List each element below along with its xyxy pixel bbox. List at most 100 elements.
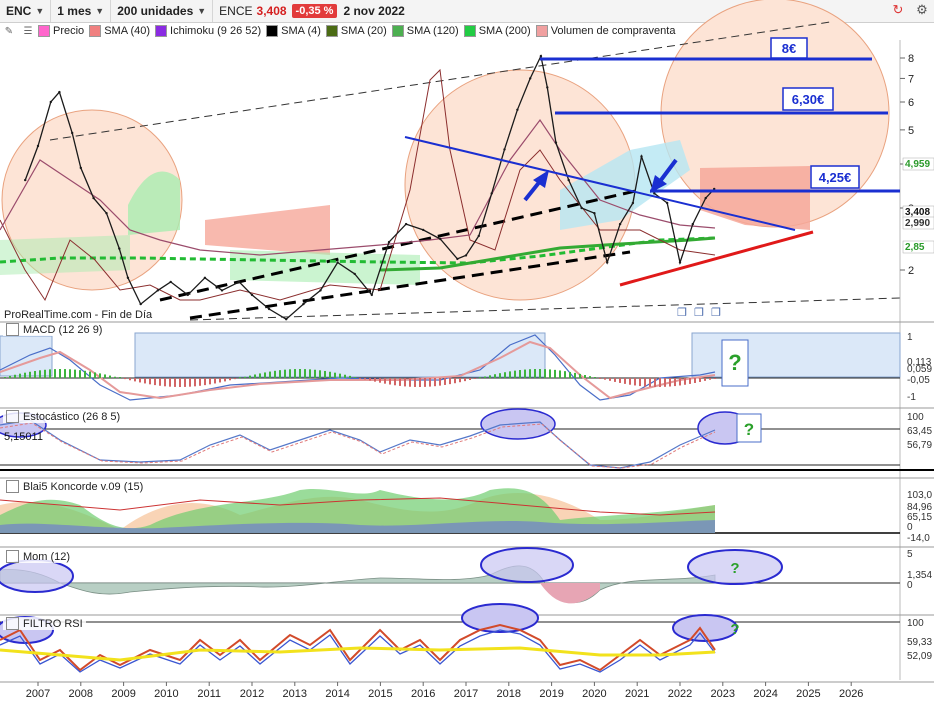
- x-tick-label: 2012: [240, 688, 264, 700]
- macd-histogram-bar: [289, 369, 291, 378]
- macd-histogram-bar: [84, 370, 86, 378]
- macd-histogram-bar: [629, 378, 631, 385]
- indicator-icon: [6, 550, 19, 563]
- macd-histogram-bar: [354, 377, 356, 378]
- price-point: [169, 280, 172, 284]
- macd-histogram-bar: [4, 377, 6, 378]
- legend-item-sma40[interactable]: SMA (40): [89, 25, 150, 37]
- macd-histogram-bar: [464, 378, 466, 382]
- macd-histogram-bar: [279, 370, 281, 378]
- legend-item-ichimoku[interactable]: Ichimoku (9 26 52): [155, 25, 261, 37]
- macd-histogram-bar: [494, 374, 496, 378]
- panel-title-stoch[interactable]: Estocástico (26 8 5): [3, 410, 124, 423]
- wrench-icon[interactable]: ✎: [3, 25, 15, 37]
- price-point: [422, 228, 425, 232]
- ichimoku-cloud: [230, 250, 420, 285]
- macd-histogram-bar: [294, 369, 296, 378]
- macd-histogram-bar: [674, 378, 676, 387]
- indicator-icon: [6, 617, 19, 630]
- macd-histogram-bar: [214, 378, 216, 384]
- legend-item-volumen[interactable]: Volumen de compraventa: [535, 25, 675, 37]
- panel-right-label: -1: [907, 392, 916, 403]
- trendline-blue-descending: [404, 136, 796, 231]
- panel-right-label: 103,0: [907, 490, 932, 501]
- cycle-circle: [404, 69, 636, 301]
- macd-histogram-bar: [654, 378, 656, 387]
- macd-histogram-bar: [319, 370, 321, 378]
- ichimoku-cloud: [560, 140, 690, 230]
- units-select[interactable]: 200 unidades ▼: [111, 0, 214, 22]
- momentum-negative: [540, 583, 600, 604]
- copy-icon[interactable]: ❐: [694, 307, 704, 319]
- chart-canvas[interactable]: 8€ 6,30€ 4,25€ 8765432 4,9593,4082,9902,…: [0, 0, 934, 703]
- list-icon[interactable]: ☰: [22, 25, 34, 37]
- macd-histogram-bar: [384, 378, 386, 384]
- price-point: [631, 201, 635, 205]
- koncorde-area: [0, 492, 715, 533]
- copy-icon[interactable]: ❐: [677, 307, 687, 319]
- macd-histogram-bar: [349, 375, 351, 378]
- panel-title-rsi[interactable]: FILTRO RSI: [3, 617, 86, 630]
- price-series-line: [24, 54, 715, 321]
- price-point: [606, 261, 609, 264]
- price-point: [118, 247, 121, 250]
- highlight-ellipse: [697, 411, 753, 445]
- legend-swatch: [89, 25, 102, 37]
- panel-title-koncorde[interactable]: Blai5 Koncorde v.09 (15): [3, 480, 147, 493]
- price-point: [464, 254, 468, 257]
- momentum-area: [0, 565, 716, 603]
- price-point: [567, 178, 570, 182]
- right-label-box: [902, 205, 934, 219]
- x-tick-label: 2010: [154, 688, 178, 700]
- settings-icon[interactable]: ⚙: [914, 2, 930, 18]
- macd-histogram-bar: [694, 378, 696, 383]
- macd-histogram-bar: [129, 378, 131, 381]
- macd-histogram-bar: [249, 375, 251, 378]
- x-tick-label: 2018: [497, 688, 521, 700]
- macd-histogram-bar: [14, 374, 16, 378]
- ticker-select[interactable]: ENC ▼: [0, 0, 52, 22]
- copy-icon[interactable]: ❐: [711, 307, 721, 319]
- price-point: [691, 222, 694, 226]
- panel-right-label: 0,059: [907, 364, 932, 375]
- macd-histogram-bar: [514, 370, 516, 378]
- y-tick-label: 5: [908, 125, 914, 137]
- panel-right-label: 63,45: [907, 426, 932, 437]
- price-point: [203, 276, 207, 279]
- macd-histogram-bar: [104, 374, 106, 378]
- macd-histogram-bar: [684, 378, 686, 385]
- panel-title-macd[interactable]: MACD (12 26 9): [3, 323, 106, 336]
- x-tick-label: 2011: [197, 688, 221, 700]
- price-point: [250, 293, 254, 297]
- panel-title-mom[interactable]: Mom (12): [3, 550, 74, 563]
- macd-histogram-bar: [469, 378, 471, 381]
- price-point: [79, 166, 83, 170]
- refresh-icon[interactable]: ↻: [890, 2, 906, 18]
- macd-histogram-bar: [174, 378, 176, 387]
- quote-box: ENCE 3,408 -0,35 % 2 nov 2022: [213, 0, 411, 22]
- macd-histogram-bar: [99, 373, 101, 378]
- y-tick-label: 6: [908, 97, 914, 109]
- macd-histogram-bar: [579, 373, 581, 378]
- panel-right-label: -0,05: [907, 375, 930, 386]
- legend-item-sma20[interactable]: SMA (20): [325, 25, 387, 37]
- legend-item-sma4[interactable]: SMA (4): [266, 25, 321, 37]
- ichimoku-cloud: [700, 166, 810, 230]
- legend-item-sma200[interactable]: SMA (200): [463, 25, 531, 37]
- right-label: 4,959: [905, 159, 930, 170]
- price-point: [126, 276, 130, 279]
- macd-histogram-bar: [64, 369, 66, 378]
- macd-histogram-bar: [434, 378, 436, 387]
- macd-histogram-bar: [299, 369, 301, 378]
- y-tick-label: 8: [908, 53, 914, 65]
- price-point: [503, 148, 506, 151]
- legend-item-precio[interactable]: Precio: [38, 25, 84, 37]
- macd-histogram-bar: [229, 378, 231, 381]
- price-point: [678, 261, 682, 264]
- rsi-average: [0, 646, 716, 662]
- legend-item-sma120[interactable]: SMA (120): [391, 25, 459, 37]
- period-select[interactable]: 1 mes ▼: [51, 0, 112, 22]
- koncorde-blue: [0, 520, 715, 533]
- price-point: [336, 261, 339, 264]
- price-point: [370, 293, 373, 297]
